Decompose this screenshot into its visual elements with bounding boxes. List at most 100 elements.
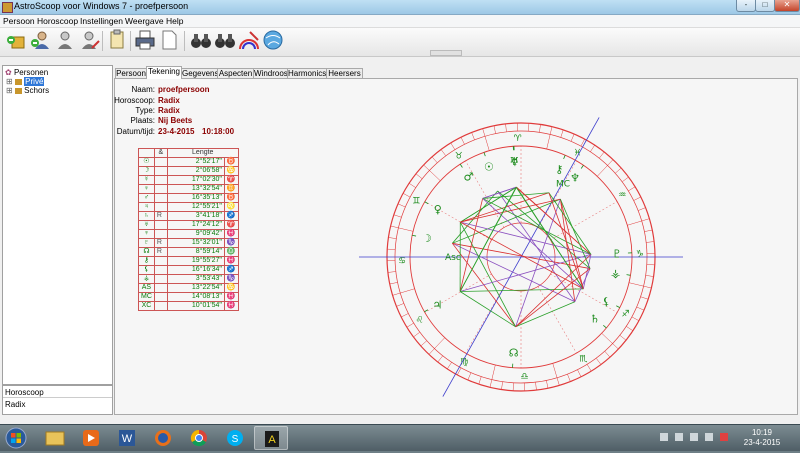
firefox-icon[interactable] (146, 426, 180, 450)
binoculars-icon[interactable] (190, 29, 212, 51)
aspect-line (452, 243, 590, 268)
list-item-radix[interactable]: Radix (3, 399, 112, 410)
degree-tick (637, 307, 644, 310)
retro-flag (154, 266, 167, 275)
house-cusp-line (466, 286, 505, 353)
retro-flag (154, 221, 167, 230)
longitude-value: 13°22'54" (167, 284, 224, 293)
close-button[interactable]: ✕ (774, 0, 800, 12)
taskbar: W S A 10:19 23-4-2015 (0, 424, 800, 451)
aspect-line (452, 191, 497, 243)
skype-icon[interactable]: S (218, 426, 252, 450)
print-icon[interactable] (134, 29, 156, 51)
planet-tick (460, 164, 462, 167)
degree-tick (620, 335, 626, 340)
tree-item-prive[interactable]: ⊞ Privé (6, 77, 44, 86)
aspect-line (516, 254, 591, 326)
toolbar-separator (102, 31, 103, 51)
aspect-line (460, 193, 549, 222)
copy-icon[interactable] (106, 29, 128, 51)
planet-glyph: AS (139, 284, 155, 293)
planet-tick (581, 165, 583, 168)
degree-tick (461, 137, 465, 144)
maximize-button[interactable]: □ (755, 0, 775, 12)
network-icon[interactable] (690, 433, 698, 441)
sign-glyph: ♑ (224, 239, 238, 248)
svg-text:S: S (232, 434, 239, 445)
menu-persoon[interactable]: Persoon (3, 15, 35, 27)
minimize-button[interactable]: - (736, 0, 756, 12)
header-lengte: Lengte (167, 149, 238, 158)
clock-date: 23-4-2015 (732, 438, 792, 448)
degree-tick (388, 272, 396, 273)
title-bar[interactable]: AstroScoop voor Windows 7 - proefpersoon… (0, 0, 800, 15)
sign-glyph: ♓ (224, 302, 238, 311)
chart-content: Naam: proefpersoon Horoscoop: Radix Type… (114, 78, 798, 415)
date-value: 23-4-2015 (158, 127, 194, 136)
aspect-line (560, 199, 590, 268)
new-person-icon[interactable] (6, 29, 28, 51)
planet-glyph: ♇ (139, 239, 155, 248)
tree-root[interactable]: ✿ Personen (5, 68, 48, 77)
longitude-value: 19°55'27" (167, 257, 224, 266)
degree-tick (424, 165, 441, 181)
planet-glyph: ⚷ (555, 163, 563, 176)
tray-arrow-icon[interactable] (675, 433, 683, 441)
aspect-line (460, 222, 591, 254)
binoculars-icon[interactable] (214, 29, 236, 51)
degree-tick (407, 323, 414, 327)
start-orb-icon[interactable] (2, 426, 30, 450)
flag-icon[interactable] (720, 433, 728, 441)
outer-ring (387, 123, 655, 391)
planet-glyph: ♄ (139, 212, 155, 221)
edit-person-icon[interactable] (78, 29, 100, 51)
battery-icon[interactable] (705, 433, 713, 441)
rainbow-icon[interactable] (238, 29, 260, 51)
globe-icon[interactable] (262, 29, 284, 51)
planet-glyph: ⚸ (139, 266, 155, 275)
system-clock[interactable]: 10:19 23-4-2015 (732, 428, 792, 448)
place-label: Plaats: (95, 116, 155, 125)
tree-item-schors[interactable]: ⊞ Schors (6, 86, 49, 95)
aspect-line (452, 199, 560, 243)
degree-tick (599, 152, 604, 158)
aspect-line (460, 199, 560, 222)
longitude-value: 3°41'18" (167, 212, 224, 221)
degree-tick (472, 132, 475, 139)
degree-tick (641, 297, 649, 300)
name-label: Naam: (95, 85, 155, 94)
menu-instellingen[interactable]: Instellingen (80, 15, 123, 27)
explorer-icon[interactable] (38, 426, 72, 450)
word-icon[interactable]: W (110, 426, 144, 450)
menu-help[interactable]: Help (166, 15, 183, 27)
astroscoop-icon[interactable]: A (254, 426, 288, 450)
planet-tick (603, 325, 606, 328)
aspect-line (460, 198, 483, 291)
house-cusp-line (425, 274, 492, 313)
aspect-line (560, 199, 583, 289)
tab-tekening[interactable]: Tekening (146, 66, 182, 79)
page-icon[interactable] (158, 29, 180, 51)
degree-tick (388, 237, 396, 238)
aspect-line (517, 187, 584, 289)
keyboard-icon[interactable] (660, 433, 668, 441)
expand-icon: ⊞ (6, 86, 13, 95)
degree-tick (587, 364, 591, 371)
planet-glyph: ♀ (434, 203, 442, 216)
menu-weergave[interactable]: Weergave (125, 15, 164, 27)
positions-table: & Lengte ☉2°52'17"♉☽2°06'58"♋☿17°02'30"♈… (138, 148, 239, 311)
add-person-icon[interactable] (30, 29, 52, 51)
person-icon[interactable] (54, 29, 76, 51)
longitude-value: 2°52'17" (167, 158, 224, 167)
toolbar-scroll-thumb[interactable] (430, 50, 462, 56)
planet-glyph: ♅ (139, 221, 155, 230)
chrome-icon[interactable] (182, 426, 216, 450)
zodiac-sign-glyph: ♋ (398, 256, 406, 266)
list-item-horoscoop[interactable]: Horoscoop (3, 387, 112, 398)
media-player-icon[interactable] (74, 426, 108, 450)
place-value: Nij Beets (158, 116, 192, 125)
degree-tick (577, 370, 581, 377)
aspect-line (549, 193, 591, 255)
menu-horoscoop[interactable]: Horoscoop (37, 15, 78, 27)
toolbar-separator (130, 31, 131, 51)
